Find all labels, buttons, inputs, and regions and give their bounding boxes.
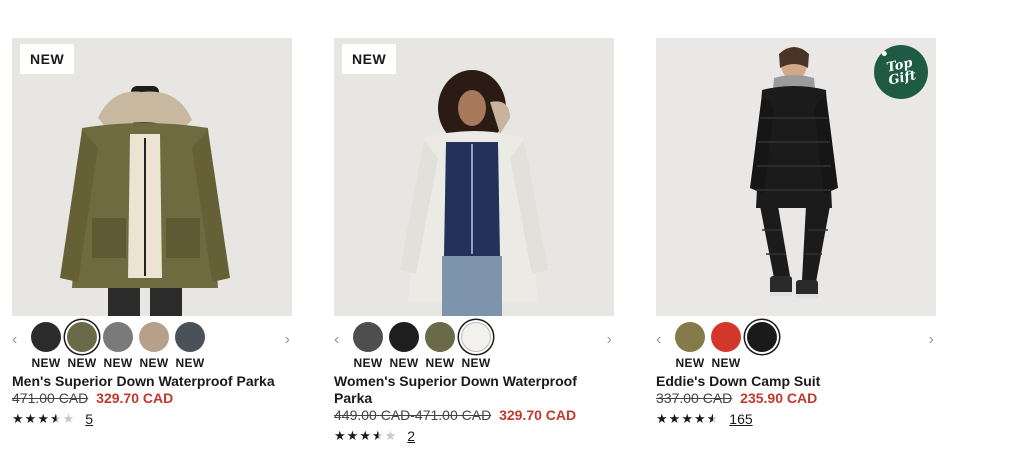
star-icon: ★ [681,411,694,426]
swatch-dot[interactable] [711,322,741,352]
star-icon: ★ [62,411,76,426]
review-count-link[interactable]: 165 [729,411,752,427]
product-price: 471.00 CAD 329.70 CAD [12,390,292,407]
review-count-link[interactable]: 2 [407,428,415,444]
star-icon: ★ [668,411,682,426]
product-card[interactable]: NEW ‹ NEW NEW NEW NEW › Women's Superior Do… [334,38,614,444]
color-swatch[interactable]: NEW [708,322,744,370]
color-swatch[interactable]: NEW [136,322,172,370]
sale-price: 235.90 CAD [740,390,818,406]
star-icon: ★ [346,428,360,443]
swatch-dot[interactable] [175,322,205,352]
sale-price: 329.70 CAD [96,390,174,406]
product-card[interactable]: NEW ‹ NEW NEW NEW NEW NEW › Men's Superior D… [12,38,292,427]
swatch-new-label: NEW [353,356,383,370]
swatch-new-label: NEW [103,356,133,370]
new-badge: NEW [20,44,75,74]
sale-price: 329.70 CAD [499,407,577,423]
swatch-dot[interactable] [139,322,169,352]
product-image[interactable]: Top Gift [656,38,936,316]
color-swatches: ‹ NEW NEW NEW NEW › [334,322,614,370]
star-icon: ★ [12,411,25,426]
star-icon: ★ [706,411,720,426]
star-rating: ★★★★★ [656,411,719,427]
swatch-dot[interactable] [31,322,61,352]
swatch-dot[interactable] [675,322,705,352]
star-icon: ★ [37,411,50,426]
swatch-new-label: NEW [675,356,705,370]
chevron-right-icon[interactable]: › [929,332,934,348]
review-count-link[interactable]: 5 [85,411,93,427]
star-icon: ★ [49,411,63,426]
chevron-right-icon[interactable]: › [285,332,290,348]
product-title[interactable]: Eddie's Down Camp Suit [656,373,936,390]
swatch-new-label: NEW [31,356,61,370]
original-price: 449.00 CAD-471.00 CAD [334,407,492,423]
product-photo-woman-white-parka [334,38,614,316]
rating: ★★★★★ 165 [656,411,936,427]
color-swatches: ‹ NEW NEW NEW NEW NEW › [12,322,292,370]
swatch-dot[interactable] [747,322,777,352]
product-image[interactable]: NEW [12,38,292,316]
swatch-new-label: NEW [461,356,491,370]
swatch-dot[interactable] [353,322,383,352]
original-price: 337.00 CAD [656,390,733,406]
swatch-new-label: NEW [139,356,169,370]
color-swatch[interactable]: NEW [672,322,708,370]
color-swatch[interactable]: NEW [28,322,64,370]
product-title[interactable]: Men's Superior Down Waterproof Parka [12,373,292,390]
original-price: 471.00 CAD [12,390,89,406]
product-title[interactable]: Women's Superior Down Waterproof Parka [334,373,614,407]
swatch-new-label: NEW [425,356,455,370]
color-swatch[interactable]: NEW [350,322,386,370]
star-icon: ★ [384,428,398,443]
color-swatch[interactable]: NEW [386,322,422,370]
product-photo-man-olive-parka [12,38,292,316]
swatch-dot[interactable] [389,322,419,352]
swatch-new-label: NEW [175,356,205,370]
star-icon: ★ [371,428,385,443]
product-card[interactable]: Top Gift ‹ NEW NEW › Eddie's Down Camp Sui… [656,38,936,427]
rating: ★★★★★ 5 [12,411,292,427]
swatch-new-label: NEW [389,356,419,370]
chevron-left-icon[interactable]: ‹ [334,332,339,348]
product-price: 337.00 CAD 235.90 CAD [656,390,936,407]
star-icon: ★ [693,411,707,426]
chevron-right-icon[interactable]: › [607,332,612,348]
swatch-dot[interactable] [425,322,455,352]
star-icon: ★ [359,428,372,443]
star-rating: ★★★★★ [12,411,75,427]
color-swatches: ‹ NEW NEW › [656,322,936,370]
product-price: 449.00 CAD-471.00 CAD 329.70 CAD [334,407,614,424]
swatch-new-label: NEW [67,356,97,370]
rating: ★★★★★ 2 [334,428,614,444]
swatch-dot[interactable] [103,322,133,352]
swatch-dot[interactable] [461,322,491,352]
color-swatch[interactable]: NEW [64,322,100,370]
color-swatch[interactable]: NEW [172,322,208,370]
swatch-dot[interactable] [67,322,97,352]
product-image[interactable]: NEW [334,38,614,316]
color-swatch[interactable]: NEW [100,322,136,370]
star-icon: ★ [656,411,669,426]
color-swatch[interactable]: NEW [422,322,458,370]
color-swatch[interactable]: NEW [458,322,494,370]
new-badge: NEW [342,44,397,74]
star-icon: ★ [24,411,38,426]
chevron-left-icon[interactable]: ‹ [656,332,661,348]
swatch-new-label: NEW [711,356,741,370]
chevron-left-icon[interactable]: ‹ [12,332,17,348]
star-rating: ★★★★★ [334,428,397,444]
star-icon: ★ [334,428,347,443]
color-swatch[interactable] [744,322,780,370]
